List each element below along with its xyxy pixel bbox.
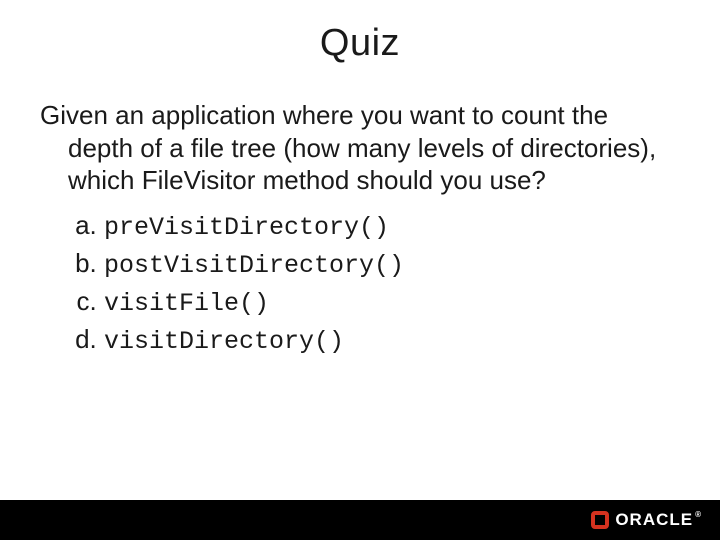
- slide: Quiz Given an application where you want…: [0, 0, 720, 540]
- option-c: visitFile(): [104, 283, 680, 321]
- option-b: postVisitDirectory(): [104, 245, 680, 283]
- option-d-code: visitDirectory(): [104, 327, 344, 356]
- options-list: preVisitDirectory() postVisitDirectory()…: [40, 207, 680, 360]
- brand-name: ORACLE: [615, 510, 693, 529]
- option-b-code: postVisitDirectory(): [104, 251, 404, 280]
- option-a-code: preVisitDirectory(): [104, 213, 389, 242]
- option-a: preVisitDirectory(): [104, 207, 680, 245]
- brand-logo: ORACLE®: [591, 510, 702, 530]
- brand-text: ORACLE®: [615, 510, 702, 530]
- footer-bar: ORACLE®: [0, 500, 720, 540]
- registered-mark: ®: [695, 510, 702, 519]
- question-text: Given an application where you want to c…: [40, 99, 680, 197]
- slide-title: Quiz: [0, 0, 720, 65]
- option-d: visitDirectory(): [104, 321, 680, 359]
- option-c-code: visitFile(): [104, 289, 269, 318]
- slide-body: Given an application where you want to c…: [0, 65, 720, 360]
- oracle-o-icon: [591, 511, 609, 529]
